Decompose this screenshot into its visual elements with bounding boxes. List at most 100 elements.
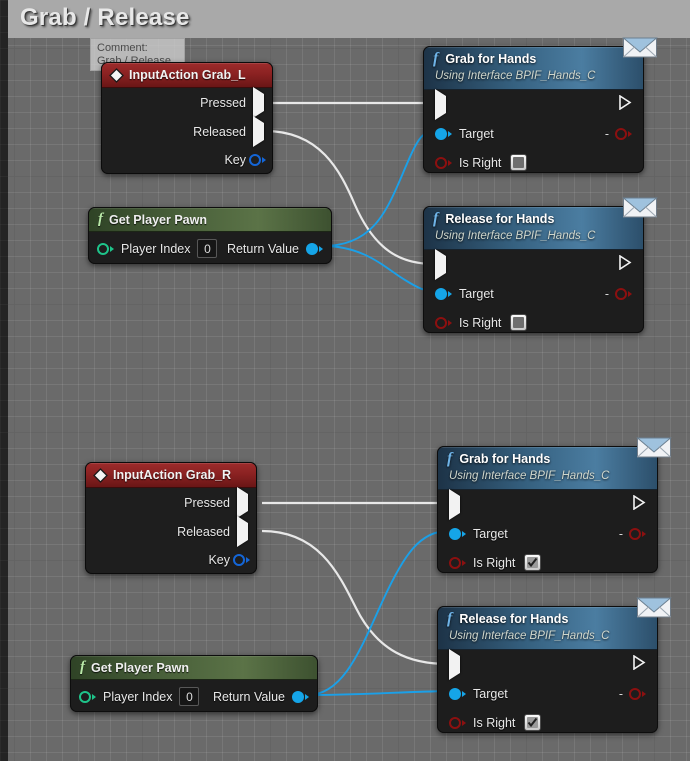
pin-label-is-right: Is Right — [459, 155, 502, 170]
pin-row-is-right[interactable]: Is Right — [438, 548, 657, 572]
comment-title-text: Grab / Release — [20, 4, 190, 31]
node-grab-for-hands-right[interactable]: f Grab for Hands Using Interface BPIF_Ha… — [437, 437, 672, 573]
node-subtitle: Using Interface BPIF_Hands_C — [449, 470, 610, 482]
exec-out-pin-released[interactable] — [253, 116, 264, 147]
object-out-pin-return-value[interactable] — [306, 242, 323, 255]
pin-row-exec[interactable] — [438, 488, 657, 520]
player-index-value-field[interactable]: 0 — [179, 687, 200, 706]
int-in-pin-player-index[interactable] — [97, 242, 114, 255]
node-grab-for-hands-left[interactable]: f Grab for Hands Using Interface BPIF_Ha… — [423, 37, 658, 173]
pin-row-target[interactable]: Target - — [438, 519, 657, 548]
pin-row-player-index[interactable]: Player Index 0 Return Value — [71, 680, 317, 711]
envelope-icon — [636, 593, 672, 619]
node-body: Target - Is Right — [438, 648, 657, 732]
node-get-player-pawn-bottom[interactable]: f Get Player Pawn Player Index 0 Return … — [70, 655, 318, 712]
node-title: Release for Hands — [445, 212, 555, 226]
node-title: Get Player Pawn — [91, 660, 189, 675]
envelope-icon — [622, 33, 658, 59]
pin-row-is-right[interactable]: Is Right — [438, 708, 657, 732]
node-get-player-pawn-top[interactable]: f Get Player Pawn Player Index 0 Return … — [88, 207, 332, 264]
bool-out-pin[interactable] — [615, 287, 632, 300]
blueprint-graph-canvas[interactable]: Grab / Release Comment: Grab / Release I… — [0, 0, 690, 761]
pin-label-pressed: Pressed — [184, 496, 230, 510]
return-dash: - — [604, 126, 609, 141]
exec-out-pin-pressed[interactable] — [237, 487, 248, 518]
exec-out-pin-pressed[interactable] — [253, 87, 264, 118]
bool-in-pin-is-right[interactable] — [449, 716, 466, 729]
struct-out-pin-key[interactable] — [249, 154, 266, 166]
bool-out-pin[interactable] — [629, 687, 646, 700]
node-release-for-hands-right[interactable]: f Release for Hands Using Interface BPIF… — [437, 597, 672, 733]
pin-label-target: Target — [473, 686, 508, 701]
bool-in-pin-is-right[interactable] — [435, 316, 452, 329]
bool-in-pin-is-right[interactable] — [449, 556, 466, 569]
is-right-checkbox[interactable] — [510, 314, 528, 331]
checkmark-icon — [528, 557, 538, 568]
node-header: f Get Player Pawn — [71, 656, 317, 680]
pin-row-exec[interactable] — [438, 648, 657, 680]
return-dash: - — [604, 286, 609, 301]
bool-in-pin-is-right[interactable] — [435, 156, 452, 169]
node-subtitle: Using Interface BPIF_Hands_C — [435, 70, 596, 82]
is-right-checkbox[interactable] — [524, 714, 542, 731]
pin-label-target: Target — [473, 526, 508, 541]
comment-box-title-bar[interactable]: Grab / Release — [8, 0, 690, 38]
pin-row-target[interactable]: Target - — [424, 119, 643, 148]
struct-out-pin-key[interactable] — [233, 554, 250, 566]
exec-out-pin-released[interactable] — [237, 516, 248, 547]
pin-row-target[interactable]: Target - — [438, 679, 657, 708]
pin-row-target[interactable]: Target - — [424, 279, 643, 308]
pin-label-key: Key — [224, 153, 246, 167]
exec-out-pin[interactable] — [633, 654, 646, 675]
player-index-value-field[interactable]: 0 — [197, 239, 218, 258]
return-dash: - — [618, 526, 623, 541]
object-out-pin-return-value[interactable] — [292, 690, 309, 703]
int-in-pin-player-index[interactable] — [79, 690, 96, 703]
object-in-pin-target[interactable] — [435, 287, 452, 300]
exec-out-pin[interactable] — [619, 254, 632, 275]
exec-in-pin[interactable] — [435, 88, 446, 120]
node-body: Target - Is Right — [424, 88, 643, 172]
pin-label-player-index: Player Index — [103, 689, 173, 704]
pin-row-key[interactable]: Key — [102, 146, 272, 173]
node-input-action-grab-l[interactable]: InputAction Grab_L Pressed Released Key — [101, 62, 273, 174]
envelope-icon — [636, 433, 672, 459]
node-header: f Grab for Hands Using Interface BPIF_Ha… — [424, 47, 643, 90]
pin-row-exec[interactable] — [424, 248, 643, 280]
pin-row-exec[interactable] — [424, 88, 643, 120]
pin-row-is-right[interactable]: Is Right — [424, 148, 643, 172]
node-title: InputAction Grab_L — [129, 68, 246, 82]
node-title: InputAction Grab_R — [113, 468, 232, 482]
exec-in-pin[interactable] — [449, 648, 460, 680]
pin-row-player-index[interactable]: Player Index 0 Return Value — [89, 232, 331, 263]
node-input-action-grab-r[interactable]: InputAction Grab_R Pressed Released Key — [85, 462, 257, 574]
exec-in-pin[interactable] — [435, 248, 446, 280]
pin-row-key[interactable]: Key — [86, 546, 256, 573]
object-in-pin-target[interactable] — [449, 687, 466, 700]
is-right-checkbox[interactable] — [510, 154, 528, 171]
pin-row-pressed[interactable]: Pressed — [102, 87, 272, 118]
pin-row-released[interactable]: Released — [86, 516, 256, 547]
node-body: Pressed Released Key — [86, 487, 256, 573]
function-icon: f — [433, 50, 439, 67]
exec-in-pin[interactable] — [449, 488, 460, 520]
pin-label-player-index: Player Index — [121, 241, 191, 256]
pin-label-target: Target — [459, 126, 494, 141]
function-icon: f — [80, 659, 85, 675]
pin-row-released[interactable]: Released — [102, 116, 272, 147]
exec-out-pin[interactable] — [619, 94, 632, 115]
exec-out-pin[interactable] — [633, 494, 646, 515]
node-header: f Grab for Hands Using Interface BPIF_Ha… — [438, 447, 657, 490]
bool-out-pin[interactable] — [629, 527, 646, 540]
pin-label-is-right: Is Right — [473, 555, 516, 570]
object-in-pin-target[interactable] — [435, 127, 452, 140]
pin-row-pressed[interactable]: Pressed — [86, 487, 256, 518]
bool-out-pin[interactable] — [615, 127, 632, 140]
node-body: Pressed Released Key — [102, 87, 272, 173]
is-right-checkbox[interactable] — [524, 554, 542, 571]
node-title: Get Player Pawn — [109, 212, 207, 227]
pin-row-is-right[interactable]: Is Right — [424, 308, 643, 332]
node-body: Target - Is Right — [438, 488, 657, 572]
object-in-pin-target[interactable] — [449, 527, 466, 540]
node-release-for-hands-left[interactable]: f Release for Hands Using Interface BPIF… — [423, 197, 658, 333]
